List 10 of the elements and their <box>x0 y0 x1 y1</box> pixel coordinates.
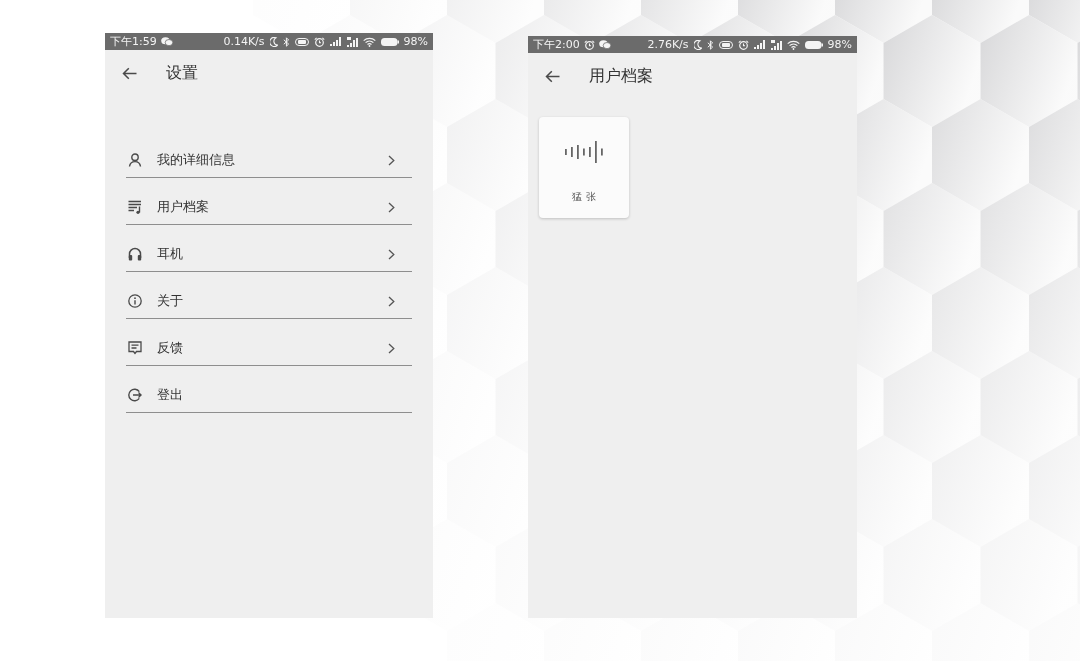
info-icon <box>128 294 142 308</box>
status-time: 下午1:59 <box>110 35 157 48</box>
headphones-icon <box>128 247 142 261</box>
screen-title: 设置 <box>166 63 198 83</box>
back-arrow-icon[interactable] <box>122 66 137 80</box>
message-icon <box>128 341 142 355</box>
playlist-icon <box>128 200 142 214</box>
chat-bubbles-icon <box>160 37 173 46</box>
logout-icon <box>128 388 142 402</box>
person-icon <box>128 153 142 167</box>
